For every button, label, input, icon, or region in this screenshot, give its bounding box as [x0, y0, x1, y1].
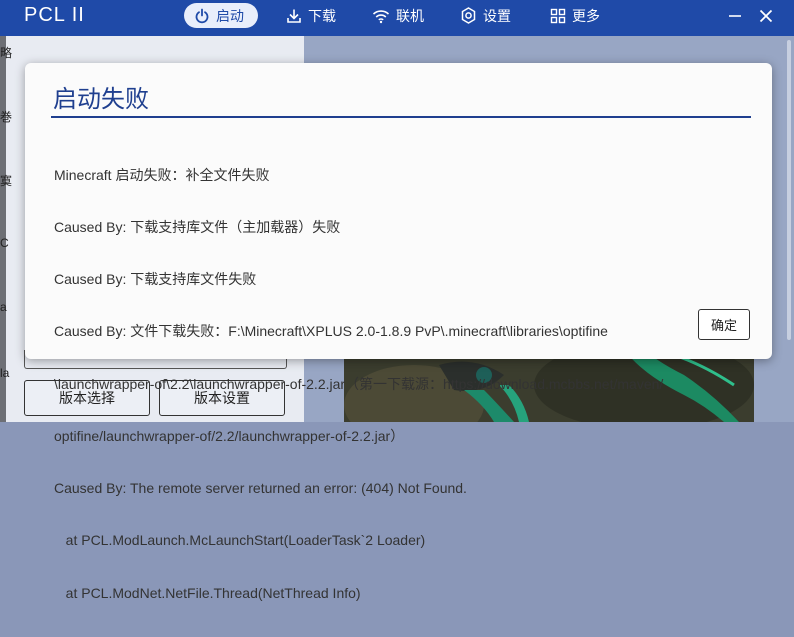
nav-launch-label: 启动	[216, 7, 244, 24]
message-line: Caused By: 下载支持库文件失败	[54, 271, 257, 288]
gear-icon	[461, 7, 476, 24]
left-fragment-4: C	[0, 236, 9, 250]
wifi-icon	[372, 9, 390, 23]
nav-more-label: 更多	[572, 7, 600, 24]
nav-more[interactable]: 更多	[550, 3, 600, 28]
left-fragment-5: a	[0, 300, 7, 314]
message-line: Caused By: The remote server returned an…	[54, 480, 467, 497]
nav-launch[interactable]: 启动	[184, 3, 258, 28]
nav-online[interactable]: 联机	[372, 3, 424, 28]
dialog-divider	[51, 116, 751, 118]
scrollbar[interactable]	[787, 40, 791, 340]
left-fragment-6: la	[0, 366, 10, 380]
grid-icon	[550, 8, 566, 23]
minimize-icon	[729, 15, 741, 17]
title-bar: PCL II 启动 下载 联机 设置 更多	[0, 0, 794, 36]
error-dialog: 启动失败 Minecraft 启动失败：补全文件失败 Caused By: 下载…	[25, 63, 772, 601]
message-line: Minecraft 启动失败：补全文件失败	[54, 166, 270, 183]
dialog-message: Minecraft 启动失败：补全文件失败 Caused By: 下载支持库文件…	[54, 132, 754, 637]
message-line: Caused By: 下载支持库文件（主加载器）失败	[54, 219, 341, 236]
download-icon	[287, 9, 301, 23]
close-icon	[759, 9, 773, 23]
minimize-button[interactable]	[721, 3, 749, 29]
nav-online-label: 联机	[396, 7, 424, 24]
message-line: at PCL.ModLaunch.McLaunchStart(LoaderTas…	[54, 532, 426, 549]
left-fragment-1: 略	[0, 46, 13, 60]
close-button[interactable]	[752, 3, 780, 29]
message-line: Caused By: 文件下载失败：F:\Minecraft\XPLUS 2.0…	[54, 323, 608, 340]
nav-download[interactable]: 下载	[286, 3, 336, 28]
nav-settings-label: 设置	[483, 7, 511, 24]
message-line: at PCL.ModNet.NetFile.Thread(NetThread I…	[54, 584, 361, 601]
nav-download-label: 下载	[308, 7, 336, 24]
nav-settings[interactable]: 设置	[460, 3, 511, 28]
app-title: PCL II	[24, 4, 85, 26]
message-line: optifine/launchwrapper-of/2.2/launchwrap…	[54, 427, 405, 444]
ok-button[interactable]: 确定	[698, 309, 750, 340]
left-fragment-2: 巻	[0, 110, 13, 124]
left-fragment-3: 寞	[0, 174, 13, 188]
message-line: \launchwrapper-of\2.2\launchwrapper-of-2…	[54, 375, 664, 392]
dialog-title: 启动失败	[53, 86, 149, 113]
power-icon	[195, 8, 209, 23]
